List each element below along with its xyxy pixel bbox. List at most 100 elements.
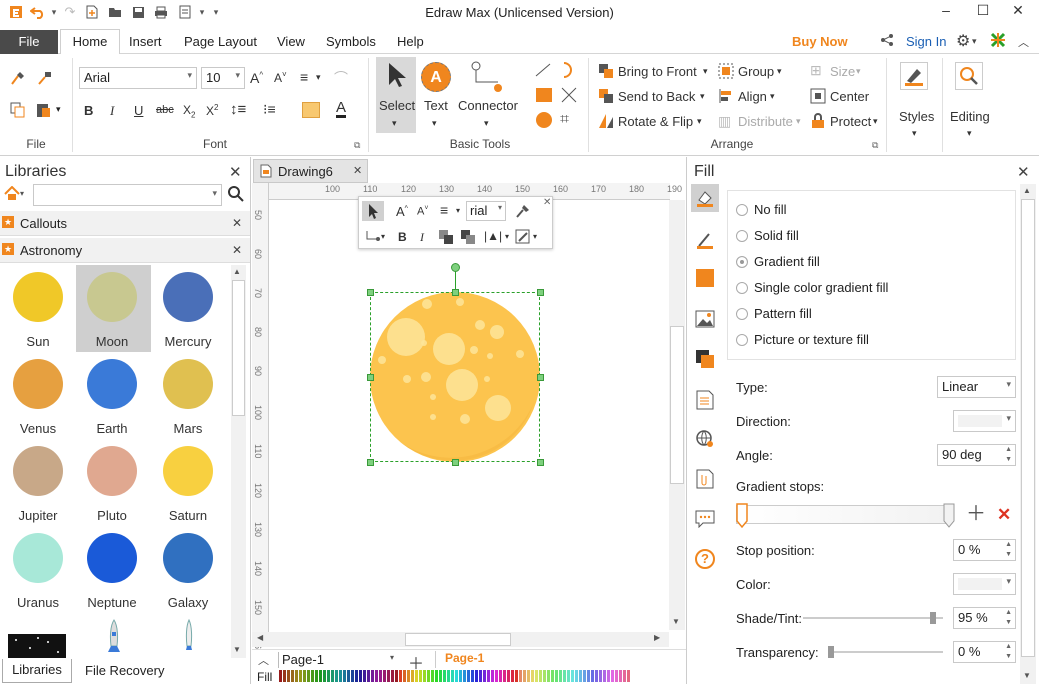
group-label[interactable]: Group bbox=[738, 64, 774, 79]
paste-dropdown-icon[interactable]: ▾ bbox=[56, 104, 61, 115]
palette-swatch[interactable] bbox=[331, 670, 334, 682]
close-section-icon[interactable]: ✕ bbox=[232, 216, 242, 230]
palette-swatch[interactable] bbox=[391, 670, 394, 682]
align-dropdown-icon[interactable]: ▾ bbox=[316, 72, 321, 83]
float-style-icon[interactable] bbox=[515, 229, 531, 248]
tab-view[interactable]: View bbox=[277, 34, 305, 49]
file-recovery-tab[interactable]: File Recovery bbox=[85, 663, 164, 678]
tab-insert[interactable]: Insert bbox=[129, 34, 162, 49]
palette-swatch[interactable] bbox=[523, 670, 526, 682]
palette-swatch[interactable] bbox=[355, 670, 358, 682]
palette-swatch[interactable] bbox=[571, 670, 574, 682]
palette-swatch[interactable] bbox=[327, 670, 330, 682]
font-size-combo[interactable]: 10 ▾ bbox=[201, 67, 245, 89]
fill-option-pattern[interactable]: Pattern fill bbox=[736, 306, 812, 321]
fill-panel-scroll-thumb[interactable] bbox=[1021, 199, 1035, 657]
palette-swatch[interactable] bbox=[619, 670, 622, 682]
palette-swatch[interactable] bbox=[291, 670, 294, 682]
align-icon[interactable] bbox=[718, 88, 734, 107]
gradient-stops-bar[interactable] bbox=[736, 505, 952, 524]
rotate-flip-icon[interactable] bbox=[598, 113, 614, 132]
undo-icon[interactable] bbox=[30, 4, 46, 20]
send-back-dropdown-icon[interactable]: ▾ bbox=[700, 91, 705, 102]
palette-swatch[interactable] bbox=[415, 670, 418, 682]
library-item-jupiter[interactable]: Jupiter bbox=[6, 446, 70, 523]
scroll-left-icon[interactable]: ◀ bbox=[257, 633, 263, 642]
palette-swatch[interactable] bbox=[479, 670, 482, 682]
center-label[interactable]: Center bbox=[830, 89, 869, 104]
scroll-down-icon[interactable]: ▼ bbox=[672, 617, 680, 626]
float-italic-button[interactable]: I bbox=[420, 230, 424, 245]
tab-page-layout[interactable]: Page Layout bbox=[184, 34, 257, 49]
tab-home[interactable]: Home bbox=[60, 29, 120, 55]
float-bold-button[interactable]: B bbox=[398, 230, 407, 244]
distribute-icon[interactable]: ▥ bbox=[718, 113, 731, 130]
palette-swatch[interactable] bbox=[371, 670, 374, 682]
library-item-moon[interactable]: Moon bbox=[80, 272, 144, 349]
hyperlink-globe-icon[interactable] bbox=[691, 425, 719, 453]
arc-tool-icon[interactable] bbox=[560, 61, 578, 82]
palette-swatch[interactable] bbox=[591, 670, 594, 682]
palette-swatch[interactable] bbox=[403, 670, 406, 682]
strikethrough-button[interactable]: abc bbox=[156, 104, 174, 116]
float-bring-front-icon[interactable] bbox=[438, 229, 454, 248]
palette-swatch[interactable] bbox=[363, 670, 366, 682]
palette-swatch[interactable] bbox=[339, 670, 342, 682]
palette-swatch[interactable] bbox=[399, 670, 402, 682]
file-menu[interactable]: File bbox=[0, 30, 58, 54]
crop-tool-icon[interactable]: ⌗ bbox=[560, 111, 569, 129]
transparency-input[interactable]: 0 % ▲ ▼ bbox=[953, 641, 1016, 663]
palette-swatch[interactable] bbox=[279, 670, 282, 682]
format-painter-icon[interactable] bbox=[10, 70, 28, 89]
rotate-flip-label[interactable]: Rotate & Flip bbox=[618, 114, 693, 129]
palette-swatch[interactable] bbox=[503, 670, 506, 682]
palette-swatch[interactable] bbox=[439, 670, 442, 682]
open-folder-icon[interactable] bbox=[107, 4, 123, 20]
add-stop-icon[interactable]: ＋ bbox=[966, 504, 986, 524]
shade-tint-input[interactable]: 95 % ▲ ▼ bbox=[953, 607, 1016, 629]
close-section-icon[interactable]: ✕ bbox=[232, 243, 242, 257]
page-collapse-icon[interactable]: ︿ bbox=[258, 652, 269, 668]
palette-swatch[interactable] bbox=[335, 670, 338, 682]
text-dropdown-icon[interactable]: ▾ bbox=[432, 118, 437, 129]
layers-icon[interactable] bbox=[691, 345, 719, 373]
line-style-icon[interactable] bbox=[691, 226, 719, 254]
palette-swatch[interactable] bbox=[463, 670, 466, 682]
float-font-combo[interactable]: rial ▾ bbox=[466, 201, 506, 221]
new-file-icon[interactable] bbox=[84, 4, 100, 20]
editing-dropdown-icon[interactable]: ▾ bbox=[967, 128, 972, 139]
rotate-flip-dropdown-icon[interactable]: ▾ bbox=[697, 116, 702, 127]
palette-swatch[interactable] bbox=[539, 670, 542, 682]
spinner-icon[interactable]: ▲ ▼ bbox=[1005, 445, 1012, 465]
shade-slider-thumb[interactable] bbox=[930, 612, 936, 624]
float-distribute-icon[interactable]: |▲| bbox=[484, 229, 502, 243]
italic-button[interactable]: I bbox=[110, 103, 114, 119]
styles-dropdown-icon[interactable]: ▾ bbox=[912, 128, 917, 139]
sign-in-link[interactable]: Sign In bbox=[906, 34, 946, 49]
line-tool-icon[interactable] bbox=[534, 62, 552, 81]
gradient-stop-handle[interactable] bbox=[736, 503, 748, 532]
center-icon[interactable] bbox=[810, 88, 826, 107]
fill-option-gradient[interactable]: Gradient fill bbox=[736, 254, 820, 269]
gradient-stop-handle-end[interactable] bbox=[943, 503, 955, 532]
page-selector[interactable]: Page-1 ▾ bbox=[278, 652, 398, 668]
palette-swatch[interactable] bbox=[351, 670, 354, 682]
palette-swatch[interactable] bbox=[499, 670, 502, 682]
palette-swatch[interactable] bbox=[295, 670, 298, 682]
styles-label[interactable]: Styles bbox=[899, 109, 934, 124]
palette-swatch[interactable] bbox=[411, 670, 414, 682]
library-item-venus[interactable]: Venus bbox=[6, 359, 70, 436]
bring-front-dropdown-icon[interactable]: ▾ bbox=[703, 66, 708, 77]
settings-gear-icon[interactable]: ⚙ bbox=[956, 31, 970, 51]
float-align-dropdown-icon[interactable]: ▾ bbox=[456, 206, 460, 215]
remove-stop-icon[interactable]: ✕ bbox=[997, 505, 1011, 525]
share-icon[interactable] bbox=[880, 33, 894, 50]
subscript-button[interactable]: X2 bbox=[183, 103, 195, 119]
palette-swatch[interactable] bbox=[435, 670, 438, 682]
scroll-up-icon[interactable]: ▲ bbox=[1023, 186, 1031, 195]
palette-swatch[interactable] bbox=[455, 670, 458, 682]
text-highlight-icon[interactable] bbox=[302, 102, 320, 118]
ellipse-tool-icon[interactable] bbox=[536, 112, 552, 128]
palette-swatch[interactable] bbox=[495, 670, 498, 682]
font-name-combo[interactable]: Arial ▾ bbox=[79, 67, 197, 89]
